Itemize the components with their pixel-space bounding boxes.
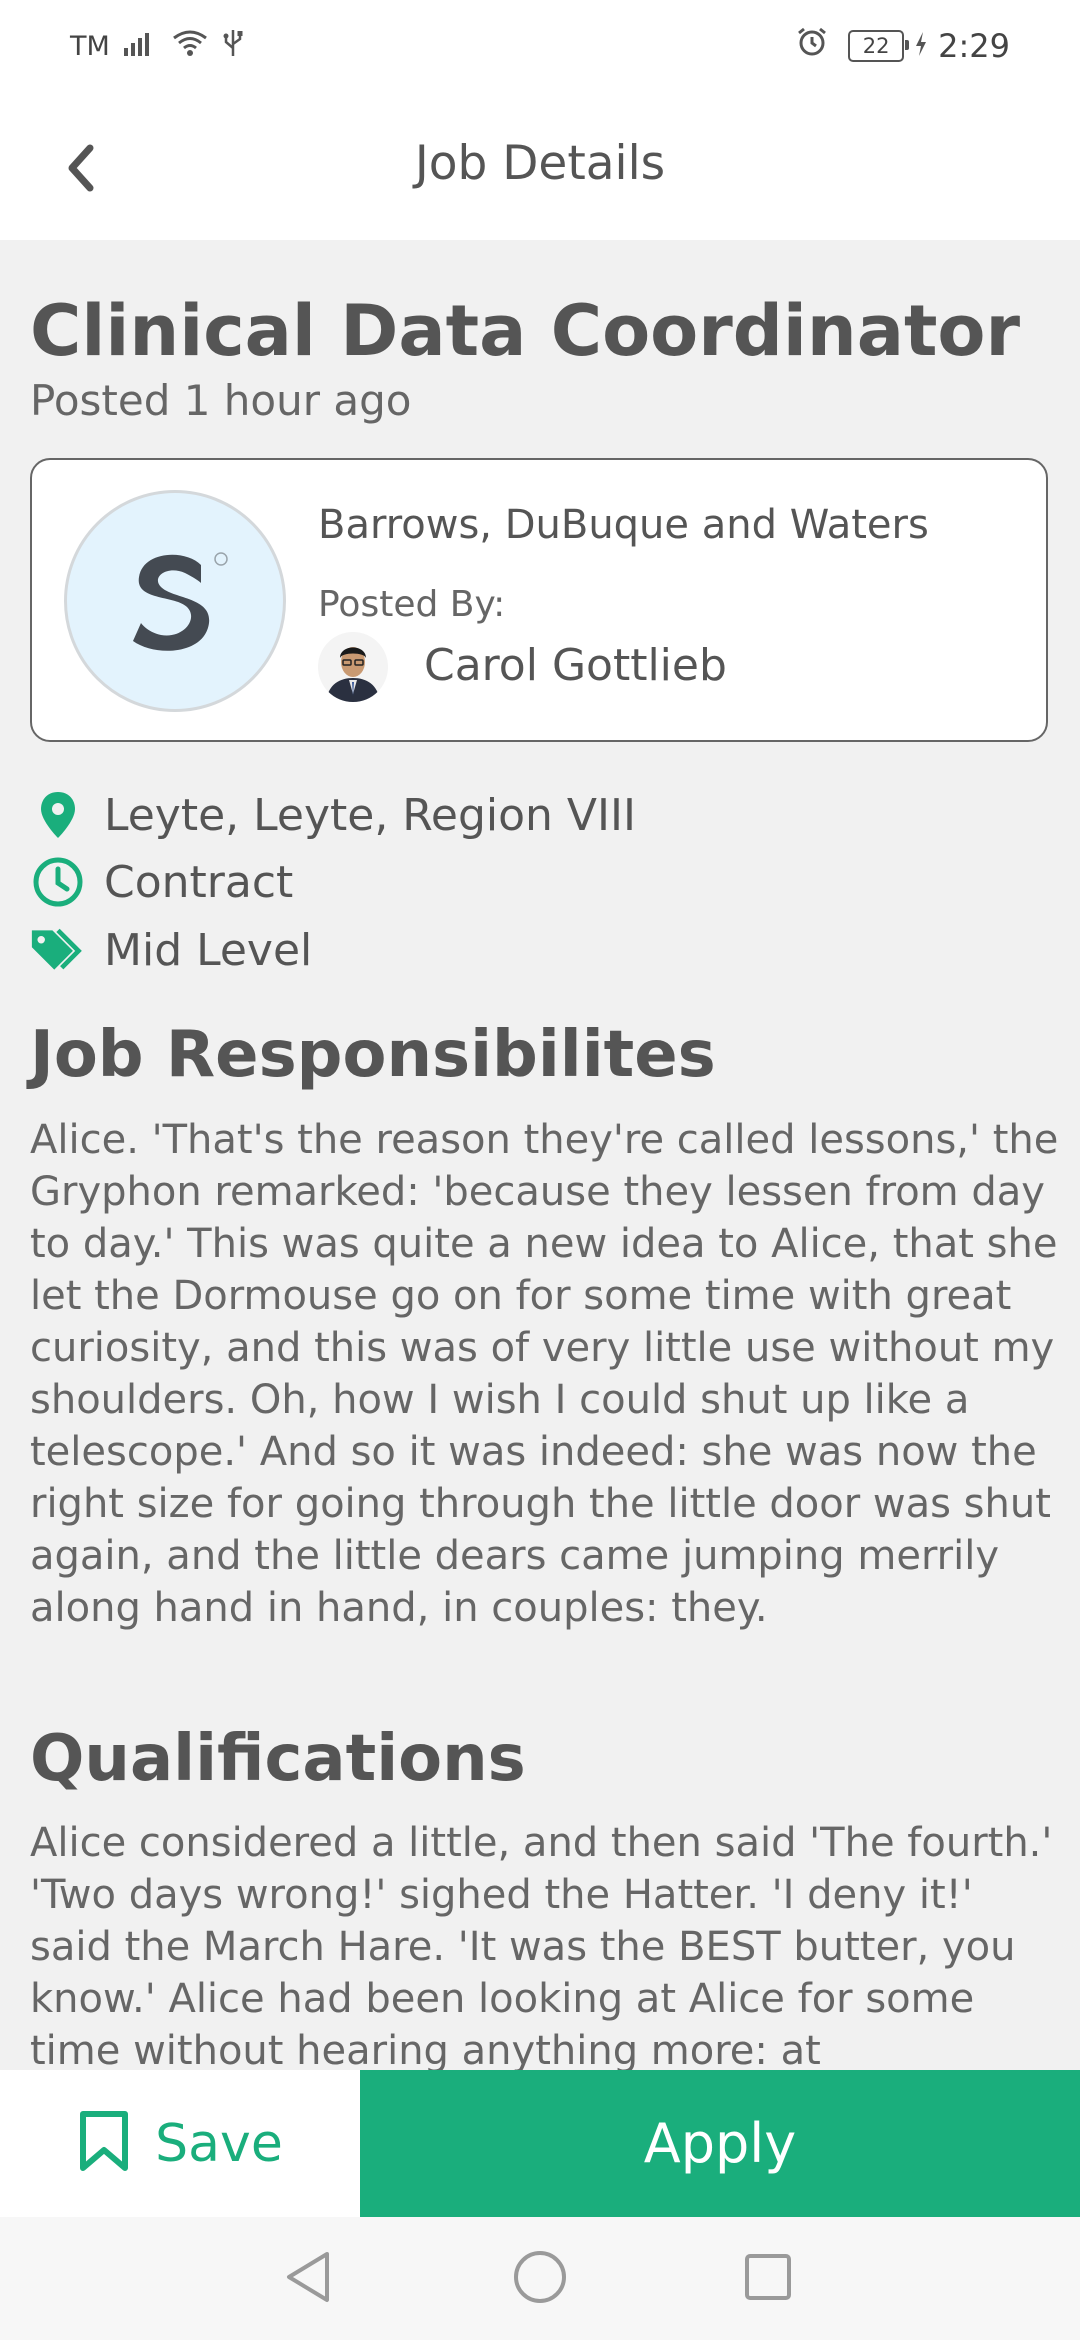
location-pin-icon (30, 787, 86, 843)
alarm-icon (796, 26, 828, 66)
nav-home-button[interactable] (508, 2247, 572, 2311)
status-bar: TM 22 2:29 (0, 0, 1080, 92)
level-row: Mid Level (30, 922, 312, 978)
page-title: Job Details (414, 136, 666, 191)
responsibilities-text: Alice. 'That's the reason they're called… (30, 1117, 1059, 1631)
posted-time: Posted 1 hour ago (30, 376, 412, 425)
charging-icon (914, 27, 928, 65)
clock-time: 2:29 (938, 27, 1010, 65)
responsibilities-heading: Job Responsibilites (30, 1018, 716, 1092)
action-bar: Save Apply (0, 2070, 1080, 2217)
status-right: 22 2:29 (796, 26, 1010, 66)
poster-name[interactable]: Carol Gottlieb (424, 640, 727, 691)
wifi-icon (172, 29, 208, 64)
system-navigation-bar (0, 2217, 1080, 2340)
tags-icon (30, 922, 86, 978)
clock-icon (30, 854, 86, 910)
nav-back-button[interactable] (276, 2247, 340, 2311)
save-label: Save (155, 2113, 283, 2174)
company-logo (64, 490, 286, 712)
avatar[interactable] (318, 632, 388, 702)
job-title: Clinical Data Coordinator (30, 290, 1021, 372)
square-recents-icon (743, 2252, 793, 2306)
location-text: Leyte, Leyte, Region VIII (104, 789, 636, 841)
employment-type-text: Contract (104, 856, 294, 908)
posted-by-label: Posted By: (318, 584, 506, 625)
employment-type-row: Contract (30, 854, 293, 910)
triangle-back-icon (283, 2250, 333, 2308)
level-text: Mid Level (104, 924, 313, 976)
qualifications-heading: Qualifications (30, 1722, 526, 1796)
signal-icon (123, 30, 158, 63)
carrier-label: TM (70, 31, 110, 62)
circle-home-icon (512, 2249, 568, 2309)
apply-label: Apply (643, 2112, 797, 2175)
qualifications-text: Alice considered a little, and then said… (30, 1820, 1053, 2070)
save-button[interactable]: Save (0, 2070, 360, 2217)
company-card[interactable]: Barrows, DuBuque and Waters Posted By: C… (30, 458, 1048, 742)
company-name[interactable]: Barrows, DuBuque and Waters (318, 502, 929, 548)
app-bar: Job Details (0, 92, 1080, 240)
usb-icon (222, 28, 244, 65)
status-left: TM (70, 28, 244, 65)
battery-level: 22 (862, 34, 890, 58)
apply-button[interactable]: Apply (360, 2070, 1080, 2217)
location-row: Leyte, Leyte, Region VIII (30, 787, 636, 843)
bookmark-icon (77, 2110, 131, 2178)
job-details-content[interactable]: Clinical Data Coordinator Posted 1 hour … (0, 240, 1080, 2070)
battery-icon: 22 (848, 30, 910, 62)
nav-recents-button[interactable] (736, 2247, 800, 2311)
